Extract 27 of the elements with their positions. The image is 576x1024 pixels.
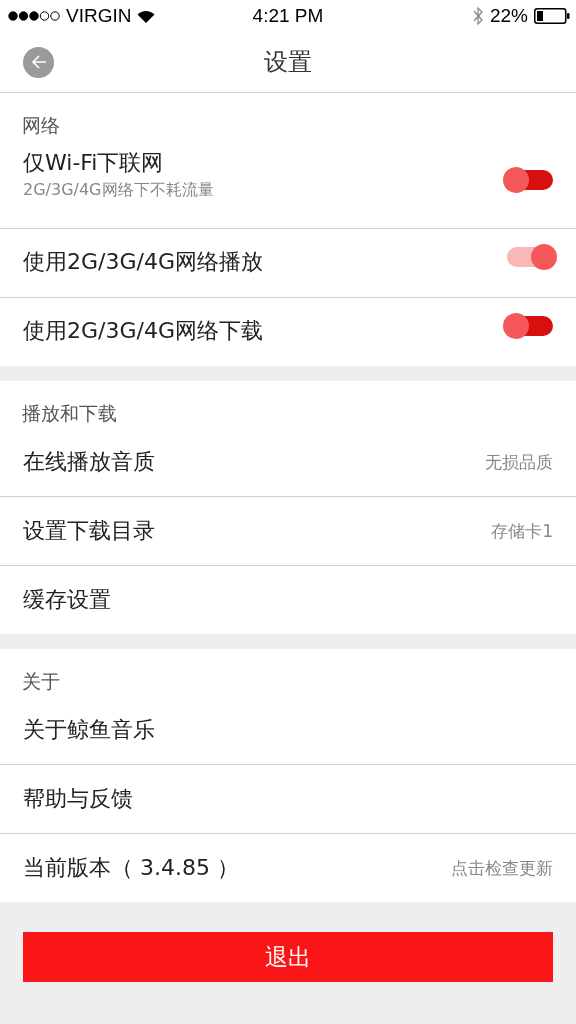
battery-percent: 22% xyxy=(489,5,528,27)
wifi-icon xyxy=(137,9,156,23)
setting-description: 2G/3G/4G网络下不耗流量 xyxy=(23,180,214,201)
setting-label: 仅Wi-Fi下联网 xyxy=(23,149,165,177)
carrier-name: VIRGIN xyxy=(66,5,132,27)
status-time: 4:21 PM xyxy=(252,5,324,27)
back-arrow-icon xyxy=(29,53,48,71)
setting-label[interactable]: 缓存设置 xyxy=(23,585,111,615)
section-header: 网络 xyxy=(21,113,61,138)
setting-value: 点击检查更新 xyxy=(451,856,553,880)
setting-label[interactable]: 设置下载目录 xyxy=(23,516,155,546)
setting-label[interactable]: 在线播放音质 xyxy=(23,447,155,477)
setting-label[interactable]: 帮助与反馈 xyxy=(23,784,133,814)
signal-icon xyxy=(8,11,60,21)
battery-icon xyxy=(534,8,570,24)
logout-button[interactable]: 退出 xyxy=(23,932,553,982)
setting-value: 存储卡1 xyxy=(491,519,553,543)
bluetooth-icon xyxy=(471,6,484,26)
setting-value: 无损品质 xyxy=(485,450,553,474)
setting-label[interactable]: 当前版本（ 3.4.85 ） xyxy=(23,853,239,883)
section-header: 关于 xyxy=(21,669,61,694)
setting-label[interactable]: 关于鲸鱼音乐 xyxy=(23,715,155,745)
page-title: 设置 xyxy=(264,47,312,78)
back-button[interactable] xyxy=(23,46,54,78)
section-header: 播放和下载 xyxy=(21,401,118,426)
setting-label: 使用2G/3G/4G网络下载 xyxy=(23,317,263,345)
setting-label: 使用2G/3G/4G网络播放 xyxy=(23,248,263,276)
